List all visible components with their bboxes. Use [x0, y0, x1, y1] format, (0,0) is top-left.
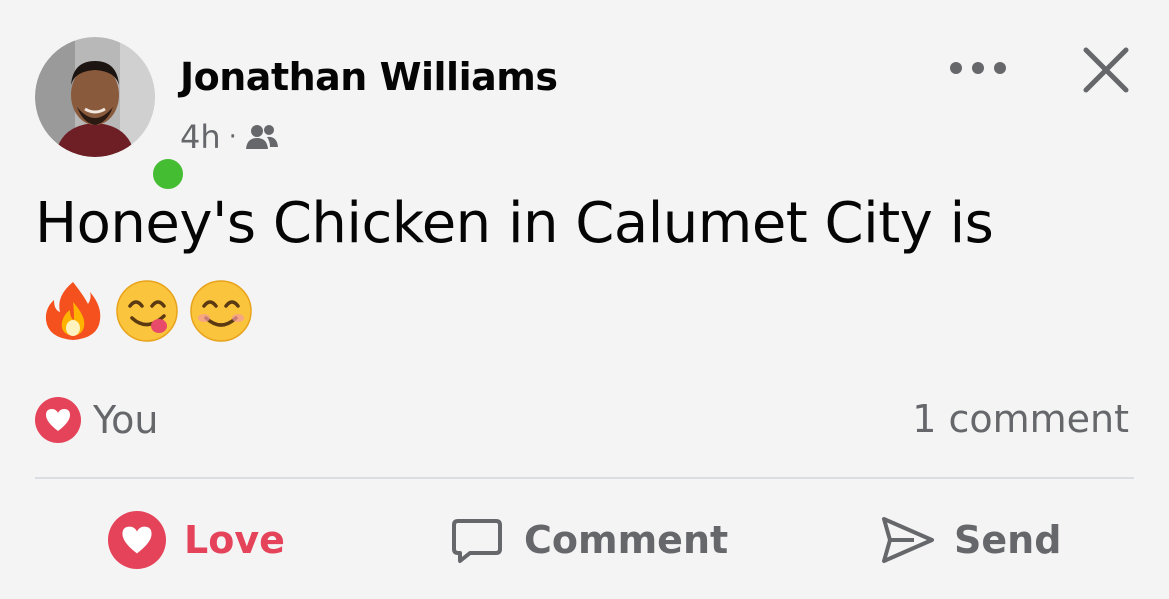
send-button[interactable]: Send	[878, 508, 1061, 572]
close-icon[interactable]	[1080, 44, 1132, 96]
post-text: Honey's Chicken in Calumet City is	[35, 191, 994, 256]
post-emojis	[40, 278, 254, 344]
love-button-label: Love	[184, 518, 285, 562]
yum-face-emoji	[116, 280, 178, 342]
divider	[35, 477, 1134, 479]
more-options-icon[interactable]	[950, 50, 1006, 86]
fire-emoji	[45, 282, 101, 340]
author-name[interactable]: Jonathan Williams	[180, 55, 558, 99]
love-reaction-icon	[35, 397, 81, 443]
post-card: Jonathan Williams 4h · Honey's Chicken i…	[0, 0, 1169, 599]
post-meta: 4h ·	[180, 118, 279, 156]
send-icon	[882, 517, 934, 563]
comment-button-label: Comment	[524, 518, 729, 562]
meta-separator: ·	[228, 122, 237, 152]
comments-count[interactable]: 1 comment	[912, 397, 1129, 441]
send-button-label: Send	[954, 518, 1062, 562]
reaction-by-label: You	[93, 398, 159, 442]
heart-icon	[108, 511, 166, 569]
avatar[interactable]	[35, 37, 187, 193]
friends-icon	[245, 125, 278, 149]
post-time[interactable]: 4h	[180, 118, 221, 156]
comment-button[interactable]: Comment	[448, 508, 728, 572]
reactions-summary[interactable]: You	[35, 397, 159, 443]
smiling-face-emoji	[190, 280, 252, 342]
love-button[interactable]: Love	[108, 508, 285, 572]
comment-icon	[452, 519, 502, 563]
